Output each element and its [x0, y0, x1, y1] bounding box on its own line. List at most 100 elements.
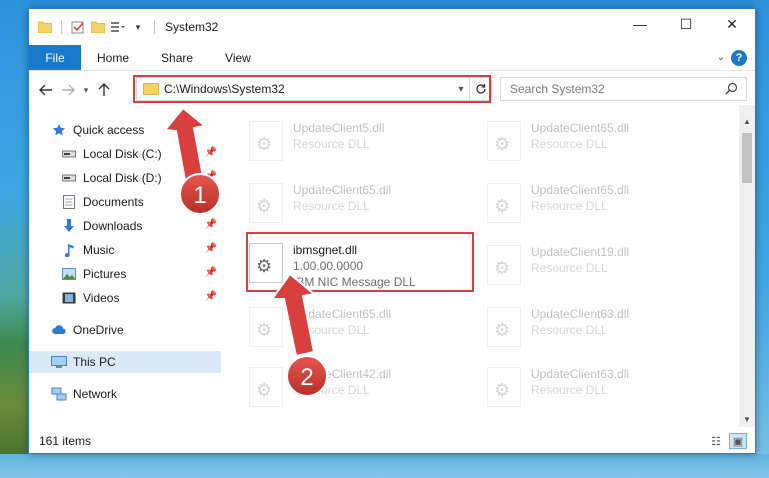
pin-icon: 📌 [204, 195, 217, 206]
gear-icon: ⚙ [256, 320, 273, 340]
tab-share[interactable]: Share [145, 45, 209, 70]
item-count: 161 items [39, 434, 92, 448]
arrow-right-icon [62, 84, 75, 96]
recent-locations-button[interactable]: ▾ [79, 79, 93, 101]
scroll-down-arrow[interactable]: ▼ [739, 411, 755, 427]
back-button[interactable] [35, 79, 57, 101]
pin-icon: 📌 [204, 171, 217, 182]
documents-icon [61, 194, 77, 210]
search-placeholder[interactable]: Search System32 [510, 82, 605, 96]
gear-icon: ⚙ [256, 134, 273, 154]
nav-quick-access[interactable]: Quick access [29, 119, 221, 141]
file-tile[interactable]: ⚙ UpdateClient63.dll Resource DLL [487, 363, 717, 413]
file-tile[interactable]: ⚙ UpdateClient5.dll Resource DLL [249, 117, 479, 167]
tab-home[interactable]: Home [81, 45, 145, 70]
help-icon[interactable]: ? [731, 49, 747, 66]
nav-item-label: Local Disk (D:) [83, 171, 162, 185]
file-tile[interactable]: ⚙ UpdateClient19.dll Resource DLL [487, 241, 717, 291]
drive-icon [61, 146, 77, 162]
status-bar: 161 items ☷ ▣ [29, 429, 755, 453]
nav-item-label: OneDrive [73, 323, 124, 337]
toolbar-divider [154, 20, 155, 34]
nav-network[interactable]: Network [29, 383, 221, 405]
drive-icon [61, 170, 77, 186]
nav-local-disk-c[interactable]: Local Disk (C:) 📌 [29, 143, 221, 165]
gear-icon: ⚙ [494, 320, 511, 340]
maximize-button[interactable]: ☐ [663, 9, 709, 39]
gear-icon: ⚙ [494, 196, 511, 216]
desktop-wallpaper-right [755, 0, 769, 478]
dll-file-icon: ⚙ [249, 367, 283, 407]
large-icons-view-icon[interactable]: ▣ [729, 433, 747, 449]
scroll-up-arrow[interactable]: ▲ [739, 113, 755, 129]
nav-this-pc[interactable]: This PC [29, 351, 221, 373]
nav-item-label: Documents [83, 195, 144, 209]
dll-file-icon: ⚙ [249, 307, 283, 347]
gear-icon: ⚙ [256, 380, 273, 400]
dll-file-icon: ⚙ [487, 367, 521, 407]
gear-icon: ⚙ [494, 134, 511, 154]
desktop-wallpaper-left [0, 0, 30, 478]
nav-item-label: Pictures [83, 267, 127, 281]
nav-documents[interactable]: Documents 📌 [29, 191, 221, 213]
nav-item-label: Network [73, 387, 118, 401]
tab-view[interactable]: View [209, 45, 267, 70]
nav-local-disk-d[interactable]: Local Disk (D:) 📌 [29, 167, 221, 189]
new-folder-icon[interactable] [90, 19, 106, 35]
nav-pictures[interactable]: Pictures 📌 [29, 263, 221, 285]
pin-icon: 📌 [204, 243, 217, 254]
dll-file-icon: ⚙ [487, 121, 521, 161]
scrollbar-thumb[interactable] [742, 133, 752, 183]
nav-item-label: Downloads [83, 219, 143, 233]
toolbar-divider [61, 20, 62, 34]
file-tile[interactable]: ⚙ UpdateClient65.dll Resource DLL [249, 179, 479, 229]
minimize-button[interactable]: — [617, 9, 663, 39]
customize-toolbar-icon[interactable] [110, 19, 126, 35]
dll-file-icon: ⚙ [487, 245, 521, 285]
cloud-icon [51, 322, 67, 338]
tab-file[interactable]: File [29, 45, 81, 70]
nav-item-label: Local Disk (C:) [83, 147, 162, 161]
dll-file-icon: ⚙ [249, 183, 283, 223]
arrow-up-icon [98, 83, 110, 96]
download-arrow-icon [61, 218, 77, 234]
search-icon[interactable] [725, 82, 738, 95]
file-tile[interactable]: ⚙ UpdateClient65.dll Resource DLL [487, 117, 717, 167]
window-title: System32 [165, 20, 219, 34]
close-button[interactable]: ✕ [709, 9, 755, 39]
address-bar-highlight [133, 75, 491, 103]
pin-icon: 📌 [204, 147, 217, 158]
quick-access-toolbar: ▾ [29, 19, 159, 35]
file-tile[interactable]: ⚙ UpdateClient63.dll Resource DLL [487, 303, 717, 353]
up-button[interactable] [93, 79, 115, 101]
file-tile[interactable]: ⚙ UpdateClient65.dll Resource DLL [249, 303, 479, 353]
dll-file-icon: ⚙ [249, 121, 283, 161]
file-explorer-window: ▾ System32 — ☐ ✕ File Home Share View ⌄ … [28, 8, 756, 454]
search-box[interactable]: Search System32 [500, 77, 747, 101]
gear-icon: ⚙ [256, 196, 273, 216]
star-icon [51, 122, 67, 138]
file-tile[interactable]: ⚙ UpdateClient65.dll Resource DLL [487, 179, 717, 229]
forward-button[interactable] [57, 79, 79, 101]
nav-videos[interactable]: Videos 📌 [29, 287, 221, 309]
film-icon [61, 290, 77, 306]
chevron-down-icon[interactable]: ▾ [130, 19, 146, 35]
gear-icon: ⚙ [494, 380, 511, 400]
music-note-icon [61, 242, 77, 258]
vertical-scrollbar[interactable]: ▲ ▼ [739, 105, 755, 427]
nav-music[interactable]: Music 📌 [29, 239, 221, 261]
nav-item-label: This PC [73, 355, 116, 369]
nav-item-label: Quick access [73, 123, 145, 137]
desktop-wallpaper-bottom [0, 454, 769, 478]
expand-ribbon-icon[interactable]: ⌄ [717, 52, 725, 63]
network-icon [51, 386, 67, 402]
arrow-left-icon [39, 84, 52, 96]
file-tile[interactable]: ⚙ UpdateClient42.dll Resource DLL [249, 363, 479, 413]
monitor-icon [51, 354, 67, 370]
nav-onedrive[interactable]: OneDrive [29, 319, 221, 341]
properties-icon[interactable] [70, 19, 86, 35]
file-highlight [246, 232, 474, 292]
ribbon-tabs: File Home Share View ⌄ ? [29, 45, 755, 71]
nav-downloads[interactable]: Downloads 📌 [29, 215, 221, 237]
details-view-icon[interactable]: ☷ [707, 433, 725, 449]
